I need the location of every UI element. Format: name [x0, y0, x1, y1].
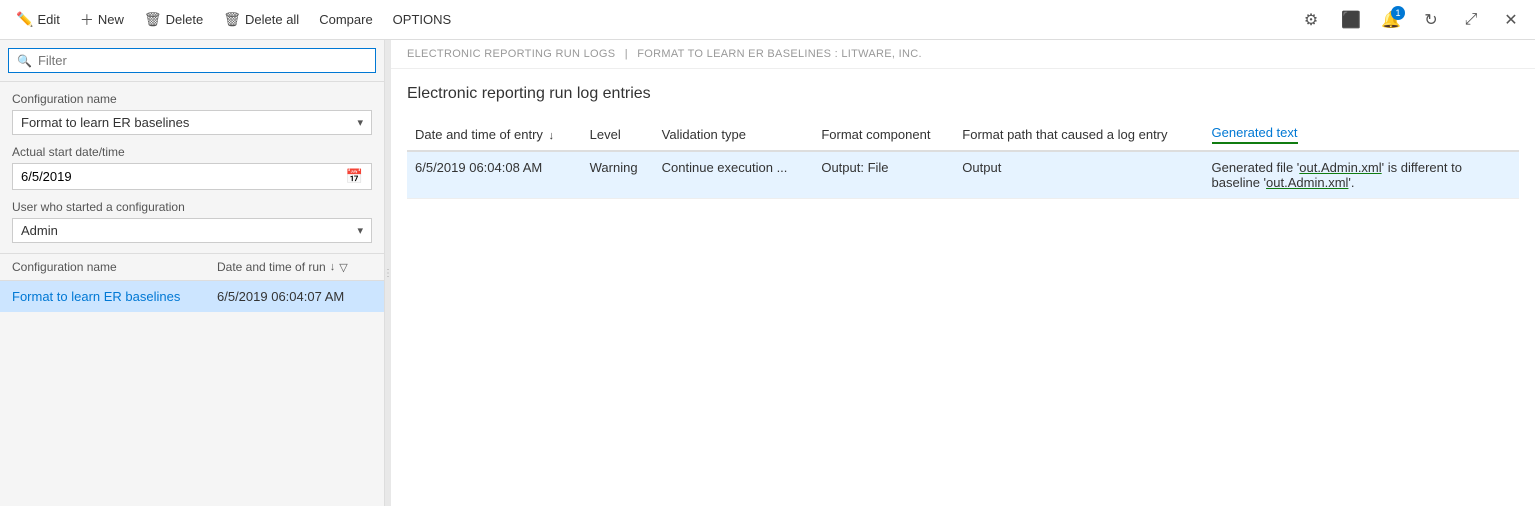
compare-label: Compare: [319, 12, 372, 27]
toolbar-right: ⚙ ⬛ 🔔 1 ↻ ⤢ ✕: [1295, 4, 1527, 36]
edit-icon: ✏️: [16, 11, 33, 28]
calendar-icon[interactable]: 📅: [346, 168, 363, 185]
user-label: User who started a configuration: [12, 200, 372, 214]
filename-underline: out.Admin.xml: [1299, 160, 1381, 175]
user-field: User who started a configuration Admin ▾: [12, 200, 372, 243]
left-table-header: Configuration name Date and time of run …: [0, 254, 384, 281]
col-component-label: Format component: [821, 127, 930, 142]
delete-icon: 🗑: [144, 11, 162, 28]
start-date-label: Actual start date/time: [12, 145, 372, 159]
user-dropdown[interactable]: Admin ▾: [12, 218, 372, 243]
config-name-field: Configuration name Format to learn ER ba…: [12, 92, 372, 135]
options-button[interactable]: OPTIONS: [385, 8, 460, 31]
delete-all-button[interactable]: 🗑 Delete all: [215, 7, 307, 32]
left-col-date-header: Date and time of run ↓ ▽: [217, 260, 372, 274]
filter-search-icon: 🔍: [17, 54, 32, 68]
cell-validation: Continue execution ...: [654, 151, 814, 199]
plus-icon: ＋: [80, 10, 94, 30]
breadcrumb: ELECTRONIC REPORTING RUN LOGS | FORMAT T…: [391, 40, 1535, 69]
delete-all-icon: 🗑: [223, 11, 241, 28]
config-name-value: Format to learn ER baselines: [21, 115, 189, 130]
row-date: 6/5/2019 06:04:07 AM: [217, 289, 372, 304]
generated-text-content: Generated file 'out.Admin.xml' is differ…: [1212, 160, 1462, 190]
col-header-generated[interactable]: Generated text: [1204, 119, 1519, 151]
cell-path: Output: [954, 151, 1203, 199]
cell-generated-text: Generated file 'out.Admin.xml' is differ…: [1204, 151, 1519, 199]
filter-fields: Configuration name Format to learn ER ba…: [0, 82, 384, 254]
edit-label: Edit: [37, 12, 59, 27]
new-button[interactable]: ＋ New: [72, 6, 132, 34]
filter-box: 🔍: [0, 40, 384, 82]
notification-button[interactable]: 🔔 1: [1375, 4, 1407, 36]
section-title: Electronic reporting run log entries: [407, 85, 1519, 103]
user-chevron-icon: ▾: [357, 224, 363, 237]
settings-icon-button[interactable]: ⚙: [1295, 4, 1327, 36]
cell-level: Warning: [582, 151, 654, 199]
date-field-wrap: 📅: [12, 163, 372, 190]
left-col-date-label: Date and time of run: [217, 260, 326, 274]
breadcrumb-part1: ELECTRONIC REPORTING RUN LOGS: [407, 48, 615, 60]
right-panel: ELECTRONIC REPORTING RUN LOGS | FORMAT T…: [391, 40, 1535, 506]
col-header-validation[interactable]: Validation type: [654, 119, 814, 151]
datetime-sort-icon: ↓: [549, 130, 555, 142]
options-label: OPTIONS: [393, 12, 452, 27]
left-col-name-header: Configuration name: [12, 260, 217, 274]
log-table: Date and time of entry ↓ Level Validatio…: [407, 119, 1519, 199]
sort-down-icon[interactable]: ↓: [330, 261, 336, 273]
col-header-path[interactable]: Format path that caused a log entry: [954, 119, 1203, 151]
col-datetime-label: Date and time of entry: [415, 127, 543, 142]
start-date-input[interactable]: [21, 169, 346, 184]
filter-input[interactable]: [38, 53, 367, 68]
cell-component: Output: File: [813, 151, 954, 199]
col-path-label: Format path that caused a log entry: [962, 127, 1167, 142]
office-icon-button[interactable]: ⬛: [1335, 4, 1367, 36]
baseline-underline: out.Admin.xml: [1266, 175, 1348, 190]
row-config-name: Format to learn ER baselines: [12, 289, 217, 304]
toolbar: ✏️ Edit ＋ New 🗑 Delete 🗑 Delete all Comp…: [0, 0, 1535, 40]
table-row[interactable]: Format to learn ER baselines 6/5/2019 06…: [0, 281, 384, 312]
delete-label: Delete: [166, 12, 204, 27]
cell-datetime: 6/5/2019 06:04:08 AM: [407, 151, 582, 199]
start-date-field: Actual start date/time 📅: [12, 145, 372, 190]
user-value: Admin: [21, 223, 58, 238]
delete-all-label: Delete all: [245, 12, 299, 27]
breadcrumb-part2: FORMAT TO LEARN ER BASELINES : LITWARE, …: [637, 48, 922, 60]
config-name-label: Configuration name: [12, 92, 372, 106]
config-name-dropdown[interactable]: Format to learn ER baselines ▾: [12, 110, 372, 135]
col-validation-label: Validation type: [662, 127, 746, 142]
close-icon-button[interactable]: ✕: [1495, 4, 1527, 36]
left-panel: 🔍 Configuration name Format to learn ER …: [0, 40, 385, 506]
compare-button[interactable]: Compare: [311, 8, 380, 31]
col-header-datetime[interactable]: Date and time of entry ↓: [407, 119, 582, 151]
col-generated-label: Generated text: [1212, 125, 1298, 144]
col-level-label: Level: [590, 127, 621, 142]
breadcrumb-separator: |: [625, 48, 632, 60]
filter-funnel-icon[interactable]: ▽: [339, 261, 347, 274]
expand-icon-button[interactable]: ⤢: [1455, 4, 1487, 36]
delete-button[interactable]: 🗑 Delete: [136, 7, 211, 32]
notification-badge: 1: [1391, 6, 1405, 20]
new-label: New: [98, 12, 124, 27]
chevron-down-icon: ▾: [357, 116, 363, 129]
log-table-header-row: Date and time of entry ↓ Level Validatio…: [407, 119, 1519, 151]
edit-button[interactable]: ✏️ Edit: [8, 7, 68, 32]
col-header-component[interactable]: Format component: [813, 119, 954, 151]
filter-input-wrap: 🔍: [8, 48, 376, 73]
table-row[interactable]: 6/5/2019 06:04:08 AM Warning Continue ex…: [407, 151, 1519, 199]
right-content: Electronic reporting run log entries Dat…: [391, 69, 1535, 506]
refresh-icon-button[interactable]: ↻: [1415, 4, 1447, 36]
col-header-level[interactable]: Level: [582, 119, 654, 151]
main-layout: 🔍 Configuration name Format to learn ER …: [0, 40, 1535, 506]
